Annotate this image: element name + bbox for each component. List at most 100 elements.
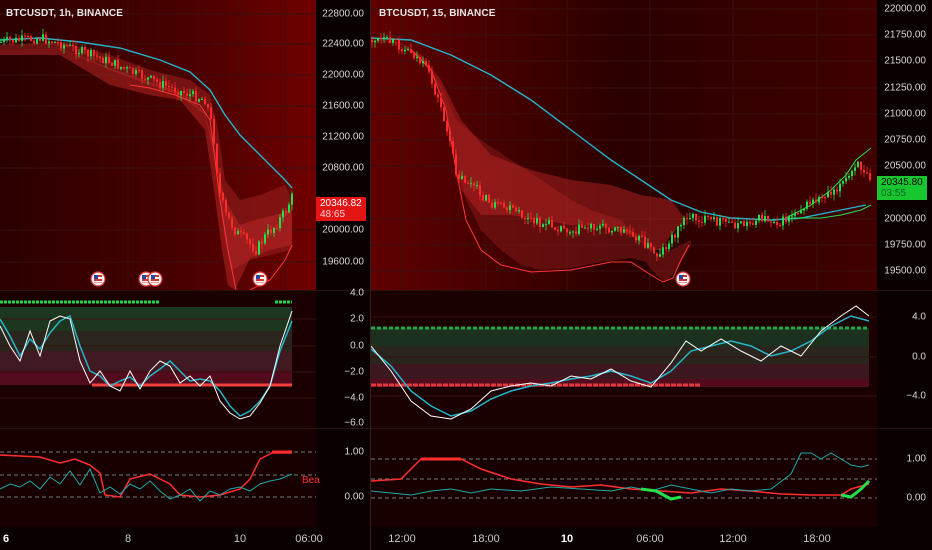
candle	[779, 224, 781, 226]
time-label: 10	[560, 533, 574, 545]
left-price-axis[interactable]: 22800.00 22400.00 22000.00 21600.00 2120…	[316, 0, 370, 290]
candle	[60, 42, 62, 49]
candle	[93, 50, 95, 56]
right-chart[interactable]: BTCUSDT, 15, BINANCE 22000.00 21750.00 2…	[371, 0, 932, 550]
candle	[869, 173, 871, 180]
right-price-axis[interactable]: 22000.00 21750.00 21500.00 21250.00 2100…	[877, 0, 932, 290]
left-oscillator-plot[interactable]	[0, 291, 316, 428]
us-flag-event-icon[interactable]	[90, 271, 106, 287]
candle	[440, 97, 442, 108]
candle	[285, 210, 287, 213]
right-bottom-axis[interactable]: 1.00 0.00	[877, 429, 932, 527]
candle	[617, 226, 619, 228]
right-bottom-indicator-plot[interactable]	[371, 429, 877, 527]
right-time-axis[interactable]: 12:00 18:00 10 06:00 12:00 18:00	[371, 527, 932, 550]
us-flag-event-icon[interactable]	[147, 271, 163, 287]
candle	[434, 83, 436, 95]
candle	[165, 81, 167, 86]
candle	[108, 56, 110, 63]
candle	[416, 56, 418, 59]
osc-tick: 0.0	[350, 340, 364, 352]
candle	[201, 98, 203, 100]
candle	[542, 224, 544, 228]
candle	[770, 221, 772, 223]
left-bottom-indicator-plot[interactable]	[0, 429, 316, 527]
candle	[674, 234, 676, 238]
candle	[99, 56, 101, 58]
candle	[120, 66, 122, 69]
candle	[428, 64, 430, 72]
time-label: 6	[2, 533, 10, 545]
candle	[135, 70, 137, 75]
candle	[153, 75, 155, 80]
candle	[371, 40, 373, 43]
left-price-plot[interactable]	[0, 0, 316, 290]
osc-tick: −2.0	[344, 366, 364, 378]
us-flag-event-icon[interactable]	[675, 271, 691, 287]
candle	[228, 212, 230, 219]
candle	[863, 169, 865, 173]
candle	[237, 230, 239, 235]
candle	[473, 183, 475, 186]
candle	[374, 40, 376, 43]
candle	[704, 215, 706, 223]
candle	[6, 37, 8, 40]
candle	[515, 207, 517, 212]
candle	[719, 217, 721, 226]
right-oscillator-plot[interactable]	[371, 291, 877, 428]
left-bottom-axis[interactable]: 1.00 0.00	[316, 429, 370, 527]
candle	[219, 173, 221, 193]
candle	[461, 176, 463, 180]
candle	[752, 223, 754, 225]
candle	[291, 193, 293, 205]
candle	[377, 38, 379, 41]
candle	[605, 224, 607, 229]
candle	[785, 216, 787, 222]
candle	[264, 234, 266, 244]
candle	[734, 222, 736, 229]
candle	[587, 227, 589, 229]
left-chart[interactable]: BTCUSDT, 1h, BINANCE 22800.00 22400.00 2…	[0, 0, 370, 550]
candle	[392, 38, 394, 43]
candle	[716, 217, 718, 226]
candle	[539, 218, 541, 228]
candle	[39, 38, 41, 41]
left-time-axis[interactable]: 6 8 10 06:00	[0, 527, 370, 550]
candle	[791, 215, 793, 217]
price-tick: 22400.00	[322, 38, 364, 50]
candle	[839, 183, 841, 192]
candle	[90, 50, 92, 57]
candle	[509, 205, 511, 211]
candle	[527, 217, 529, 220]
right-price-plot[interactable]	[371, 0, 877, 290]
candle	[380, 38, 382, 40]
candle	[470, 183, 472, 185]
candle	[491, 202, 493, 208]
candle	[21, 35, 23, 41]
candle	[626, 229, 628, 232]
candle	[267, 229, 269, 235]
candle	[488, 194, 490, 203]
candle	[629, 231, 631, 233]
left-symbol-title[interactable]: BTCUSDT, 1h, BINANCE	[6, 8, 123, 19]
candle	[551, 220, 553, 228]
candle	[168, 85, 170, 87]
candle	[96, 55, 98, 57]
candle	[707, 215, 709, 217]
right-symbol-title[interactable]: BTCUSDT, 15, BINANCE	[379, 8, 495, 19]
candle	[596, 228, 598, 230]
left-osc-axis[interactable]: 4.0 2.0 0.0 −2.0 −4.0 −6.0	[316, 288, 370, 429]
candle	[419, 56, 421, 64]
price-tick: 19600.00	[322, 256, 364, 268]
right-osc-axis[interactable]: 4.0 0.0 −4.0	[877, 291, 932, 428]
candle	[105, 56, 107, 64]
candle	[836, 189, 838, 192]
candle	[533, 218, 535, 224]
candle	[500, 202, 502, 204]
candle	[761, 214, 763, 222]
us-flag-event-icon[interactable]	[252, 271, 268, 287]
candle	[668, 243, 670, 250]
candle	[282, 210, 284, 218]
candle	[84, 46, 86, 50]
candle	[48, 41, 50, 44]
